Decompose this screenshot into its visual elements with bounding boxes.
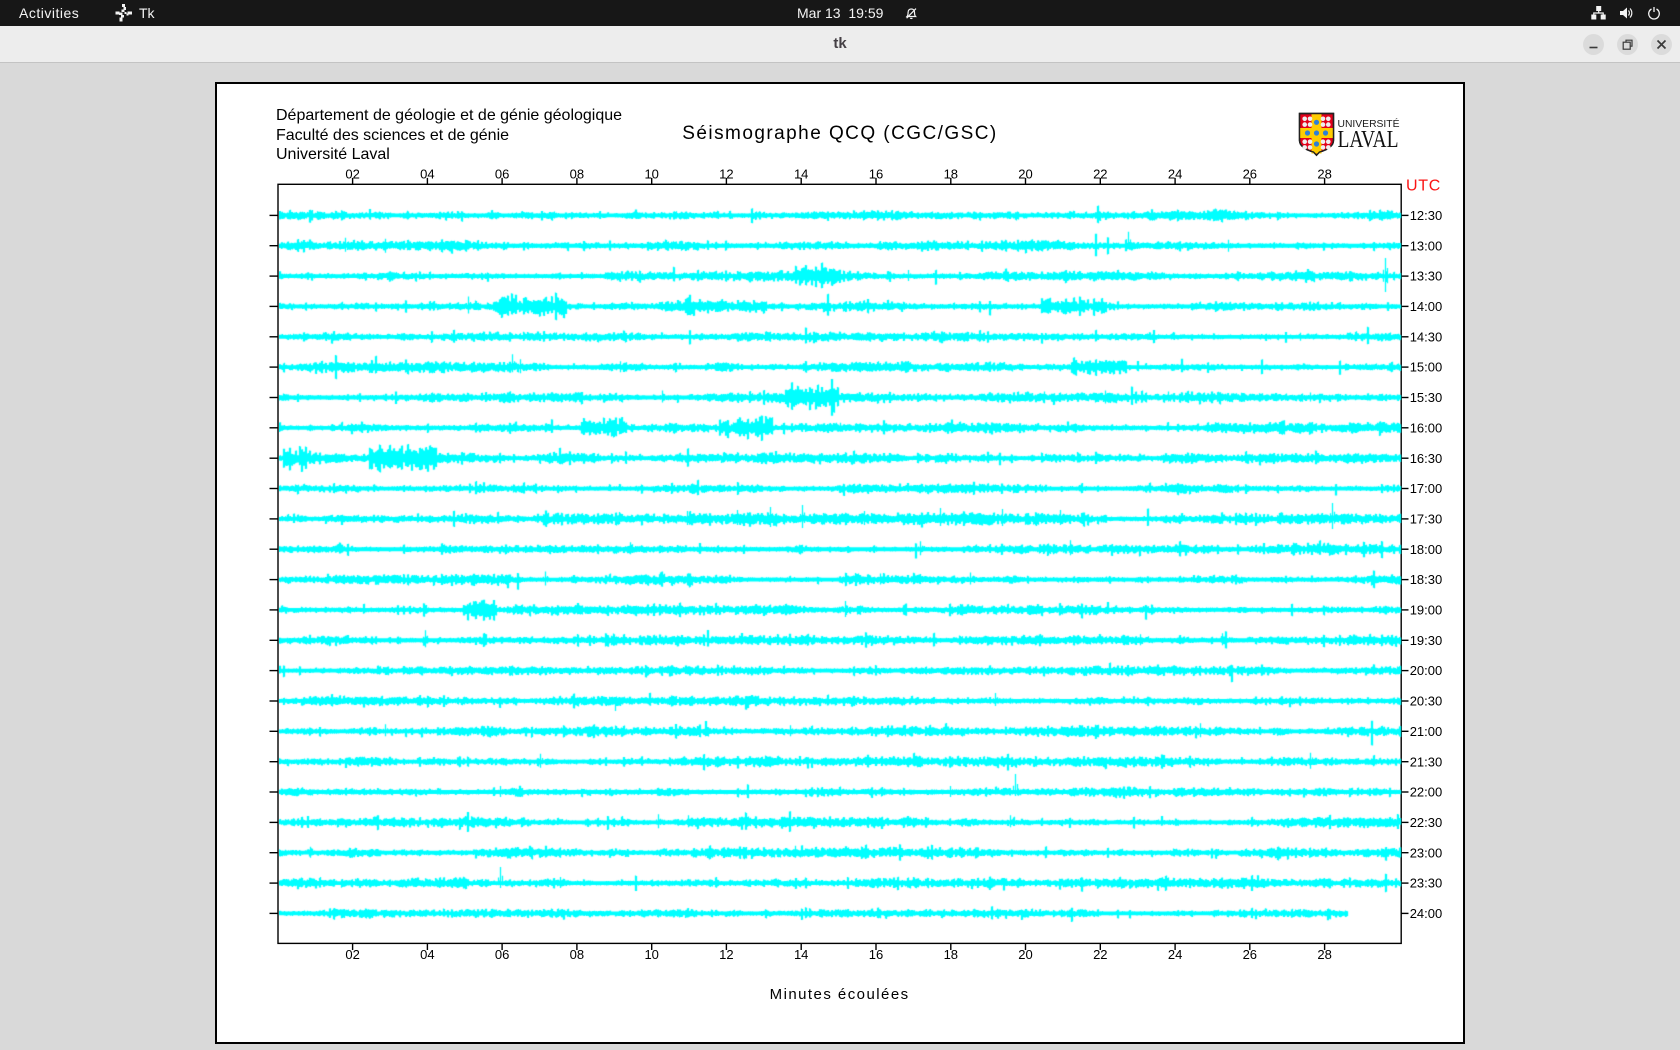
svg-text:24:00: 24:00 bbox=[1410, 906, 1443, 921]
svg-text:12:30: 12:30 bbox=[1410, 208, 1443, 223]
svg-text:26: 26 bbox=[1243, 166, 1257, 181]
svg-text:14:30: 14:30 bbox=[1410, 329, 1443, 344]
svg-text:UTC: UTC bbox=[1406, 178, 1441, 195]
svg-text:14:00: 14:00 bbox=[1410, 299, 1443, 314]
svg-text:23:00: 23:00 bbox=[1410, 845, 1443, 860]
svg-text:16: 16 bbox=[869, 166, 883, 181]
svg-text:17:00: 17:00 bbox=[1410, 481, 1443, 496]
svg-text:24: 24 bbox=[1168, 166, 1182, 181]
svg-text:28: 28 bbox=[1317, 166, 1331, 181]
svg-text:15:00: 15:00 bbox=[1410, 360, 1443, 375]
svg-text:10: 10 bbox=[644, 947, 658, 962]
svg-text:18: 18 bbox=[944, 166, 958, 181]
svg-text:Minutes écoulées: Minutes écoulées bbox=[770, 986, 910, 1003]
svg-text:18: 18 bbox=[944, 947, 958, 962]
svg-text:16:00: 16:00 bbox=[1410, 420, 1443, 435]
svg-text:15:30: 15:30 bbox=[1410, 390, 1443, 405]
svg-text:08: 08 bbox=[570, 947, 584, 962]
svg-text:04: 04 bbox=[420, 166, 434, 181]
svg-text:22: 22 bbox=[1093, 166, 1107, 181]
svg-text:18:30: 18:30 bbox=[1410, 572, 1443, 587]
svg-text:12: 12 bbox=[719, 947, 733, 962]
svg-text:02: 02 bbox=[345, 166, 359, 181]
svg-text:21:30: 21:30 bbox=[1410, 754, 1443, 769]
svg-text:20: 20 bbox=[1018, 947, 1032, 962]
svg-text:06: 06 bbox=[495, 947, 509, 962]
svg-text:19:30: 19:30 bbox=[1410, 633, 1443, 648]
svg-text:26: 26 bbox=[1243, 947, 1257, 962]
svg-text:12: 12 bbox=[719, 166, 733, 181]
svg-text:20:00: 20:00 bbox=[1410, 663, 1443, 678]
svg-text:21:00: 21:00 bbox=[1410, 724, 1443, 739]
svg-text:22:30: 22:30 bbox=[1410, 815, 1443, 830]
svg-text:24: 24 bbox=[1168, 947, 1182, 962]
svg-text:08: 08 bbox=[570, 166, 584, 181]
svg-text:18:00: 18:00 bbox=[1410, 542, 1443, 557]
svg-text:14: 14 bbox=[794, 947, 808, 962]
svg-text:20:30: 20:30 bbox=[1410, 694, 1443, 709]
svg-text:06: 06 bbox=[495, 166, 509, 181]
svg-text:22: 22 bbox=[1093, 947, 1107, 962]
svg-text:20: 20 bbox=[1018, 166, 1032, 181]
svg-text:22:00: 22:00 bbox=[1410, 785, 1443, 800]
svg-text:10: 10 bbox=[644, 166, 658, 181]
svg-text:28: 28 bbox=[1317, 947, 1331, 962]
svg-text:19:00: 19:00 bbox=[1410, 603, 1443, 618]
svg-text:17:30: 17:30 bbox=[1410, 512, 1443, 527]
svg-text:13:00: 13:00 bbox=[1410, 238, 1443, 253]
svg-text:04: 04 bbox=[420, 947, 434, 962]
svg-text:14: 14 bbox=[794, 166, 808, 181]
svg-text:02: 02 bbox=[345, 947, 359, 962]
svg-text:13:30: 13:30 bbox=[1410, 269, 1443, 284]
svg-text:16: 16 bbox=[869, 947, 883, 962]
svg-text:23:30: 23:30 bbox=[1410, 876, 1443, 891]
svg-text:16:30: 16:30 bbox=[1410, 451, 1443, 466]
